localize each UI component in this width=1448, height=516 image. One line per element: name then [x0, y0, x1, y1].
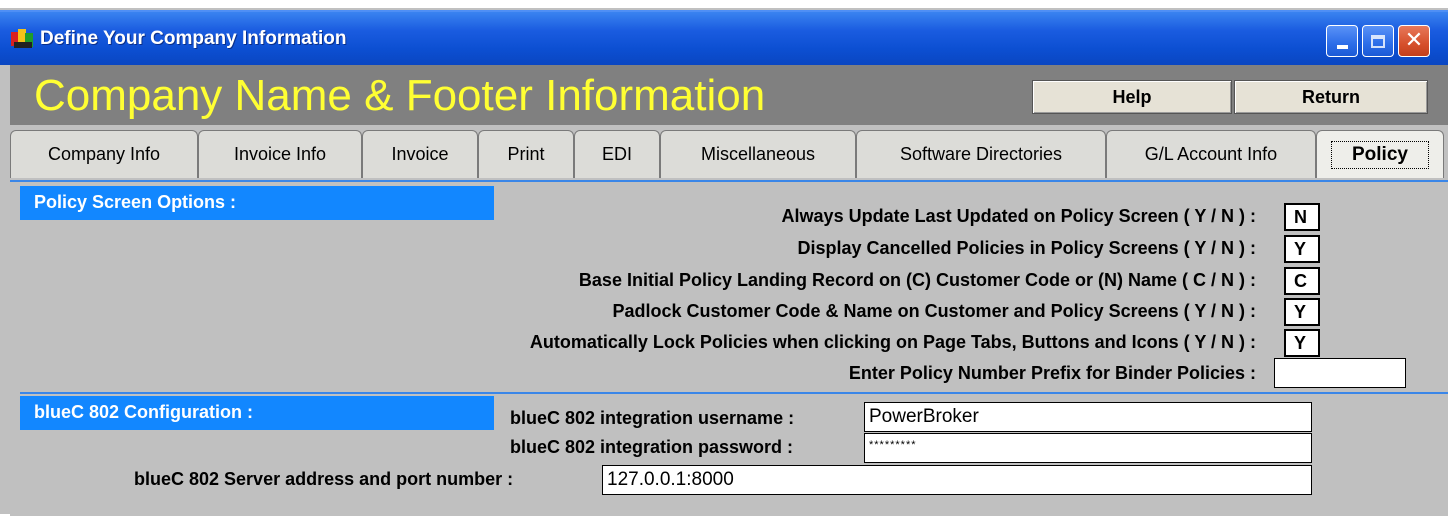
- maximize-button[interactable]: [1362, 25, 1394, 57]
- minimize-icon: [1336, 45, 1348, 49]
- option-input-always-update[interactable]: N: [1284, 203, 1320, 231]
- bluec-server-input[interactable]: 127.0.0.1:8000: [602, 465, 1312, 495]
- title-bar[interactable]: Define Your Company Information ✕: [0, 10, 1448, 65]
- policy-panel: Policy Screen Options : Always Update La…: [10, 180, 1448, 516]
- binder-prefix-input[interactable]: [1274, 358, 1406, 388]
- tab-gl-account-info[interactable]: G/L Account Info: [1106, 130, 1316, 178]
- page-title: Company Name & Footer Information: [34, 71, 766, 120]
- policy-section-header: Policy Screen Options :: [20, 186, 494, 220]
- option-input-padlock[interactable]: Y: [1284, 298, 1320, 326]
- return-button[interactable]: Return: [1234, 80, 1428, 114]
- maximize-icon: [1371, 34, 1385, 48]
- option-input-display-cancelled[interactable]: Y: [1284, 235, 1320, 263]
- minimize-button[interactable]: [1326, 25, 1358, 57]
- tab-bar: Company Info Invoice Info Invoice Print …: [10, 130, 1448, 180]
- bluec-password-input[interactable]: *********: [864, 433, 1312, 463]
- option-label-auto-lock: Automatically Lock Policies when clickin…: [529, 332, 1256, 352]
- tab-invoice-info[interactable]: Invoice Info: [198, 130, 362, 178]
- bluec-section-header: blueC 802 Configuration :: [20, 396, 494, 430]
- option-input-landing-record[interactable]: C: [1284, 267, 1320, 295]
- window-title: Define Your Company Information: [40, 28, 347, 49]
- bluec-server-label: blueC 802 Server address and port number…: [134, 469, 514, 489]
- option-label-landing-record: Base Initial Policy Landing Record on (C…: [578, 270, 1256, 290]
- tab-miscellaneous[interactable]: Miscellaneous: [660, 130, 856, 178]
- bluec-username-label: blueC 802 integration username :: [510, 408, 795, 428]
- tab-software-directories[interactable]: Software Directories: [856, 130, 1106, 178]
- option-label-padlock: Padlock Customer Code & Name on Customer…: [612, 301, 1257, 321]
- app-icon: [11, 29, 33, 48]
- option-label-always-update: Always Update Last Updated on Policy Scr…: [781, 206, 1256, 226]
- option-label-display-cancelled: Display Cancelled Policies in Policy Scr…: [797, 238, 1256, 258]
- option-input-auto-lock[interactable]: Y: [1284, 329, 1320, 357]
- help-button[interactable]: Help: [1032, 80, 1232, 114]
- bluec-password-label: blueC 802 integration password :: [510, 437, 794, 457]
- tab-company-info[interactable]: Company Info: [10, 130, 198, 178]
- section-divider: [20, 392, 1448, 394]
- tab-print[interactable]: Print: [478, 130, 574, 178]
- binder-prefix-label: Enter Policy Number Prefix for Binder Po…: [848, 363, 1256, 383]
- bluec-username-input[interactable]: PowerBroker: [864, 402, 1312, 432]
- close-button[interactable]: ✕: [1398, 25, 1430, 57]
- tab-invoice[interactable]: Invoice: [362, 130, 478, 178]
- tab-edi[interactable]: EDI: [574, 130, 660, 178]
- close-icon: ✕: [1404, 28, 1424, 53]
- tab-policy[interactable]: Policy: [1316, 130, 1444, 178]
